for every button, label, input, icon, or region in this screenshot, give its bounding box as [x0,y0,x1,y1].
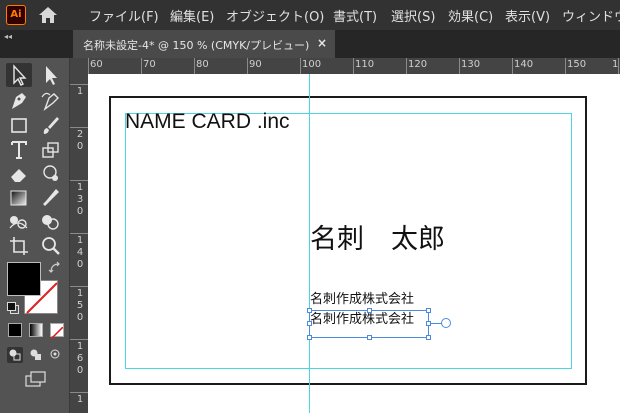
none-mode-button[interactable] [50,323,64,340]
home-icon[interactable] [38,6,58,24]
person-name-text[interactable]: 名刺 太郎 [310,217,445,256]
menu-bar: Ai ファイル(F) 編集(E) オブジェクト(O) 書式(T) 選択(S) 効… [0,0,620,30]
shape-builder-tool-icon[interactable] [38,210,64,234]
ruler-label: 150 [567,59,587,70]
menu-file[interactable]: ファイル(F) [89,6,159,25]
horizontal-ruler[interactable]: 60 70 80 90 100 110 120 130 140 150 1 [88,58,620,75]
canvas[interactable]: NAME CARD .inc 名刺 太郎 名刺作成株式会社 名刺作成株式会社 [88,74,620,413]
document-tab-label: 名称未設定-4* @ 150 % (CMYK/プレビュー) [83,39,310,52]
panel-collapse-icon[interactable]: ◂◂ [4,32,12,41]
rectangle-tool-icon[interactable] [6,114,32,138]
close-icon[interactable]: × [317,36,327,50]
selection-handle[interactable] [367,335,372,340]
gradient-tool-icon[interactable] [6,186,32,210]
menu-edit[interactable]: 編集(E) [170,6,214,25]
gradient-mode-button[interactable] [29,323,43,337]
ruler-label: 130 [76,182,84,217]
ruler-label: 120 [408,59,428,70]
artboard-tool-icon[interactable] [6,234,32,258]
vertical-ruler[interactable]: 1 20 130 140 150 160 1 [70,74,89,413]
type-tool-icon[interactable] [6,138,32,162]
selection-handle[interactable] [426,335,431,340]
ruler-label: 1 [76,394,84,405]
document-tab-bar: ◂◂ 名称未設定-4* @ 150 % (CMYK/プレビュー) × [0,30,620,58]
swap-fill-stroke-icon[interactable] [48,260,62,274]
screen-mode-icon[interactable] [24,371,48,389]
zoom-tool-icon[interactable] [38,234,64,258]
puppet-warp-tool-icon[interactable] [38,162,64,186]
default-colors-icon[interactable] [7,302,19,314]
menu-select[interactable]: 選択(S) [391,6,435,25]
draw-normal-icon[interactable] [7,347,23,363]
ruler-label: 1 [612,59,619,70]
scale-tool-icon[interactable] [38,138,64,162]
ruler-label: 60 [90,59,103,70]
color-mode-button[interactable] [8,323,22,337]
draw-behind-icon[interactable] [28,347,44,363]
ruler-label: 130 [461,59,481,70]
ruler-label: 100 [302,59,322,70]
illustrator-logo-icon: Ai [6,5,26,25]
menu-effect[interactable]: 効果(C) [448,6,493,25]
blend-tool-icon[interactable] [6,210,32,234]
selection-handle[interactable] [426,308,431,313]
document-tab[interactable]: 名称未設定-4* @ 150 % (CMYK/プレビュー) × [73,30,335,58]
menu-type[interactable]: 書式(T) [333,6,377,25]
selection-handle[interactable] [367,308,372,313]
rotate-handle[interactable] [441,318,451,328]
tools-panel [0,58,70,413]
ruler-label: 70 [143,59,156,70]
ruler-label: 160 [76,341,84,376]
ruler-label: 150 [76,288,84,323]
paintbrush-tool-icon[interactable] [38,114,64,138]
eyedropper-tool-icon[interactable] [38,186,64,210]
selection-handle[interactable] [307,321,312,326]
menu-object[interactable]: オブジェクト(O) [226,6,324,25]
company-name-text[interactable]: 名刺作成株式会社 [310,288,414,307]
ruler-label: 20 [76,129,84,152]
ruler-label: 1 [76,86,84,97]
draw-inside-icon[interactable] [48,347,64,363]
ruler-label: 140 [76,235,84,270]
direct-selection-tool-icon[interactable] [38,63,64,87]
curvature-tool-icon[interactable] [38,89,64,113]
ruler-label: 80 [196,59,209,70]
ruler-label: 140 [514,59,534,70]
eraser-tool-icon[interactable] [6,162,32,186]
selection-handle[interactable] [307,308,312,313]
menu-window[interactable]: ウィンドウ [562,6,620,25]
selection-bounding-box[interactable] [309,310,429,338]
ruler-label: 110 [355,59,375,70]
ruler-label: 90 [249,59,262,70]
selection-tool-icon[interactable] [6,63,32,87]
menu-view[interactable]: 表示(V) [505,6,550,25]
fill-swatch[interactable] [7,262,41,296]
company-logo-text[interactable]: NAME CARD .inc [125,110,290,134]
selection-handle[interactable] [307,335,312,340]
pen-tool-icon[interactable] [6,89,32,113]
ruler-origin[interactable] [70,58,88,74]
